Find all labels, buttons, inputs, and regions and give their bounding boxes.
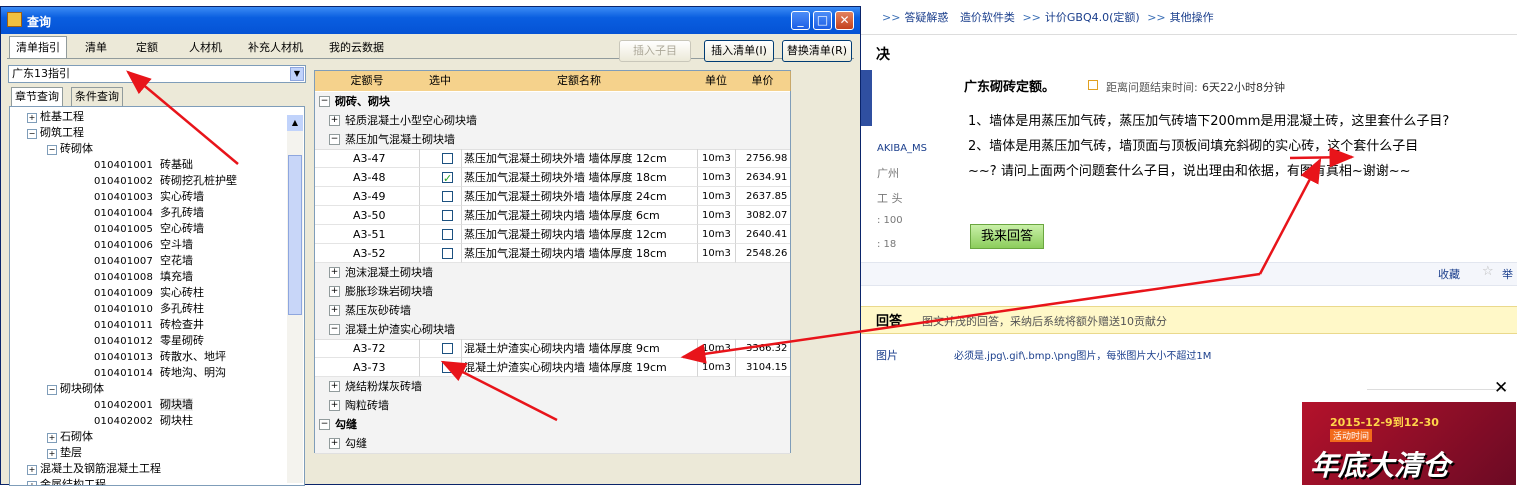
annotation-arrows xyxy=(126,70,1355,422)
arrow-to-a3-73 xyxy=(440,360,558,422)
arrow-to-row-a3-73 xyxy=(680,272,1261,364)
arrow-to-question-2 xyxy=(1258,157,1322,275)
arrow-right-question-2 xyxy=(1289,147,1355,168)
arrow-to-guide-select xyxy=(126,70,239,165)
